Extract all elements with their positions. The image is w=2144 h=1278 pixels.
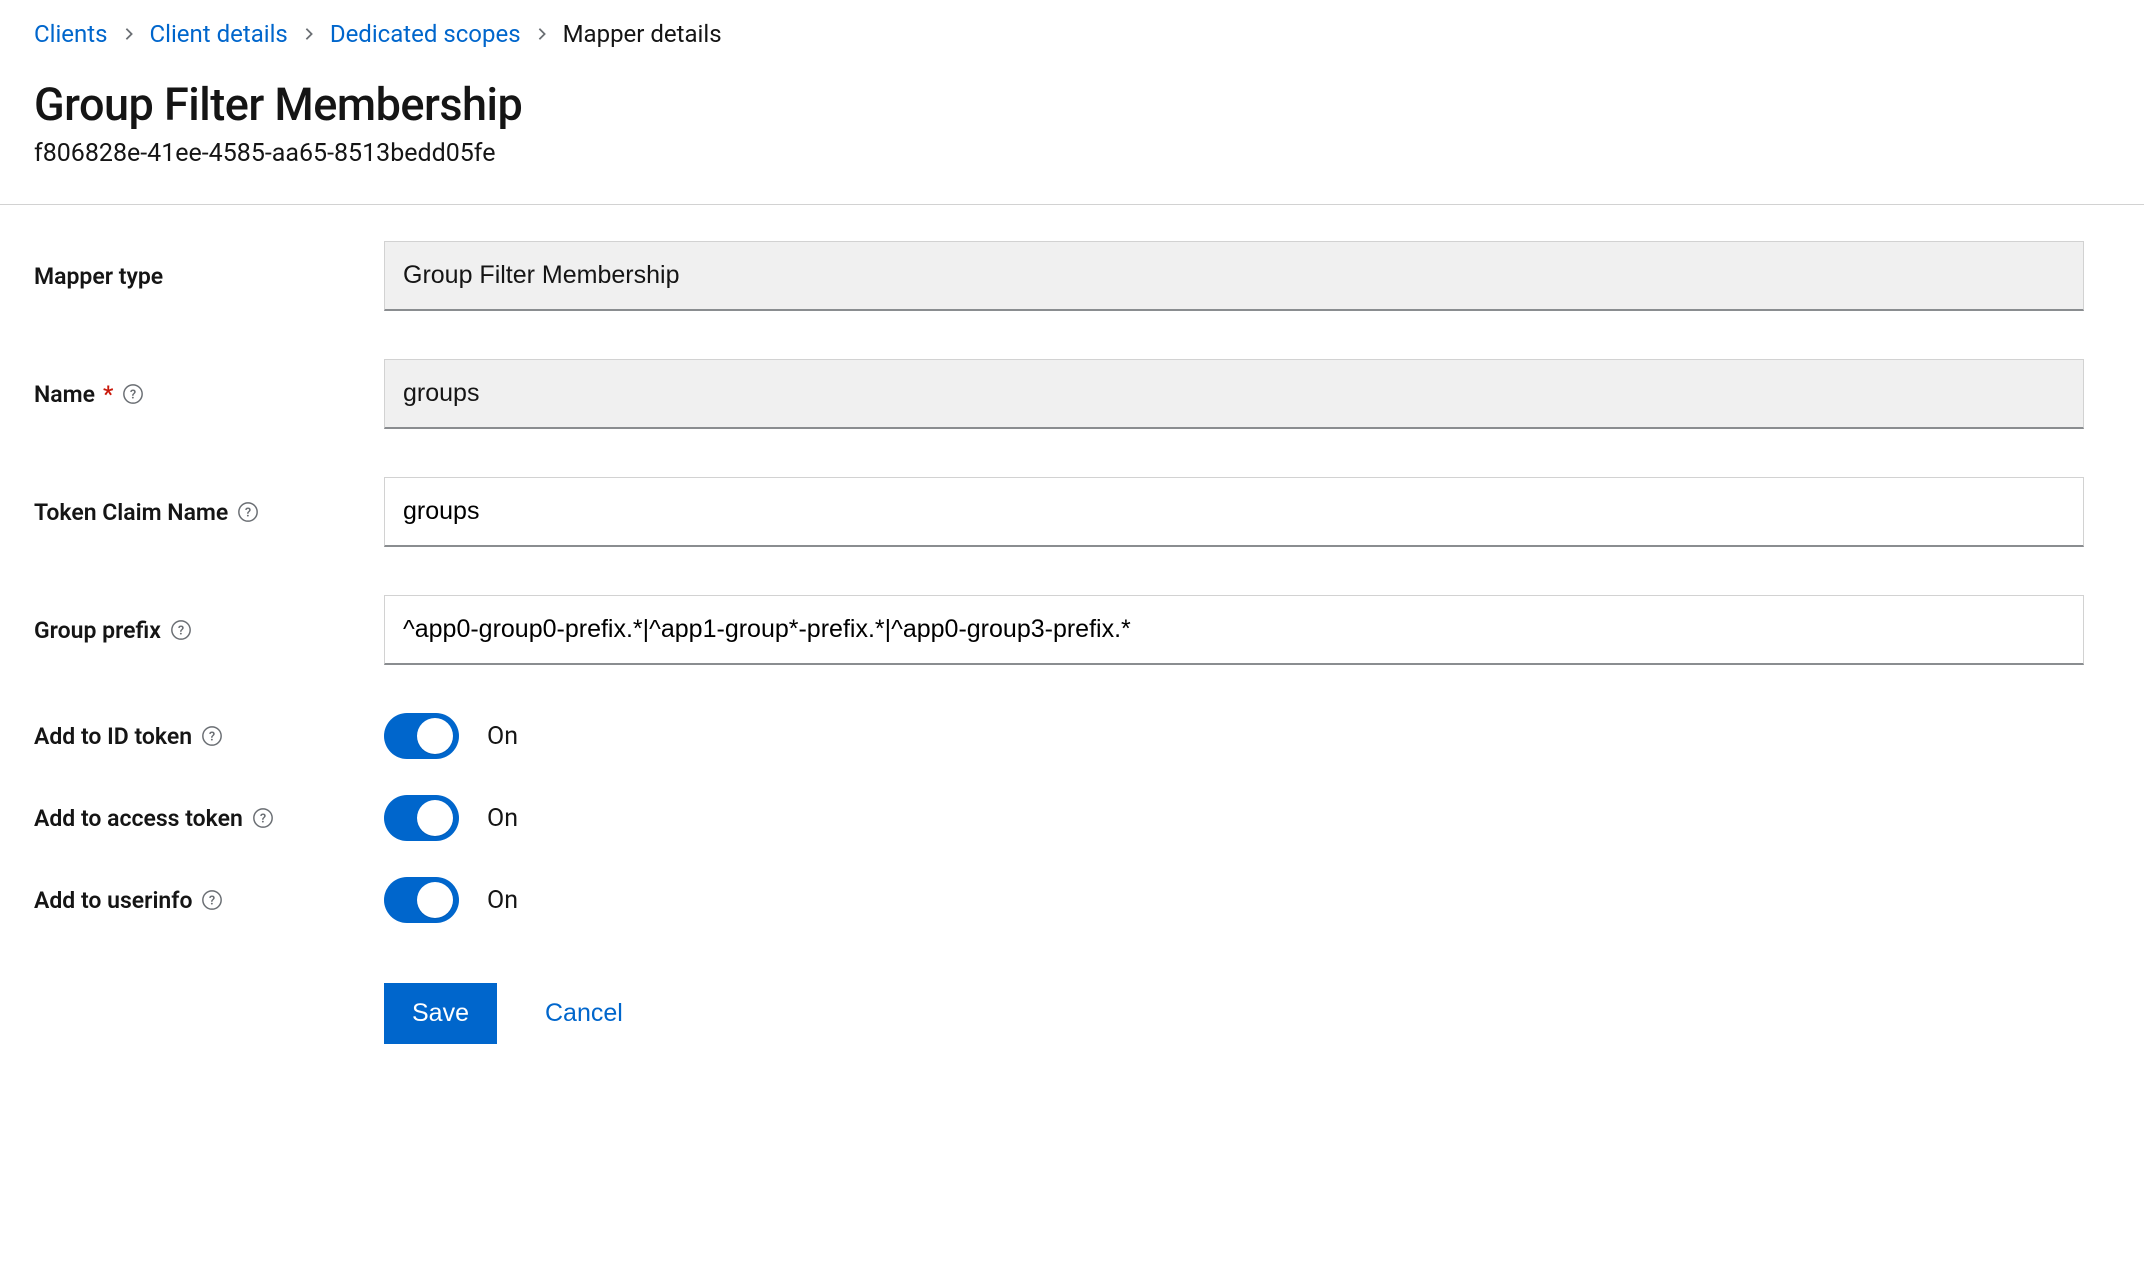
save-button[interactable]: Save	[384, 983, 497, 1044]
help-icon[interactable]: ?	[251, 806, 275, 830]
add-to-access-token-toggle[interactable]	[384, 795, 459, 841]
required-asterisk: *	[103, 381, 113, 408]
add-to-id-token-toggle[interactable]	[384, 713, 459, 759]
svg-text:?: ?	[260, 812, 266, 827]
mapper-type-label: Mapper type	[34, 263, 163, 290]
add-to-userinfo-state: On	[487, 886, 518, 915]
token-claim-name-label: Token Claim Name	[34, 499, 228, 526]
chevron-right-icon	[302, 27, 316, 41]
token-claim-name-field[interactable]	[384, 477, 2084, 547]
add-to-userinfo-label: Add to userinfo	[34, 887, 192, 914]
svg-text:?: ?	[245, 506, 251, 521]
group-prefix-label: Group prefix	[34, 617, 161, 644]
breadcrumb: Clients Client details Dedicated scopes …	[34, 20, 2110, 48]
help-icon[interactable]: ?	[200, 724, 224, 748]
svg-text:?: ?	[130, 388, 136, 403]
breadcrumb-link-clients[interactable]: Clients	[34, 20, 108, 48]
page-subtitle: f806828e-41ee-4585-aa65-8513bedd05fe	[34, 139, 2110, 168]
add-to-userinfo-toggle[interactable]	[384, 877, 459, 923]
add-to-access-token-state: On	[487, 804, 518, 833]
help-icon[interactable]: ?	[169, 618, 193, 642]
chevron-right-icon	[535, 27, 549, 41]
breadcrumb-link-dedicated-scopes[interactable]: Dedicated scopes	[330, 20, 521, 48]
mapper-type-field	[384, 241, 2084, 311]
name-label: Name	[34, 381, 95, 408]
svg-text:?: ?	[178, 624, 184, 639]
mapper-form: Mapper type Name * ? Token Claim Name	[34, 205, 2110, 1044]
help-icon[interactable]: ?	[121, 382, 145, 406]
help-icon[interactable]: ?	[236, 500, 260, 524]
svg-text:?: ?	[209, 730, 215, 745]
add-to-id-token-state: On	[487, 722, 518, 751]
help-icon[interactable]: ?	[200, 888, 224, 912]
svg-text:?: ?	[209, 894, 215, 909]
page-title: Group Filter Membership	[34, 78, 2110, 131]
breadcrumb-link-client-details[interactable]: Client details	[150, 20, 288, 48]
chevron-right-icon	[122, 27, 136, 41]
group-prefix-field[interactable]	[384, 595, 2084, 665]
add-to-access-token-label: Add to access token	[34, 805, 243, 832]
breadcrumb-current: Mapper details	[563, 20, 722, 48]
cancel-button[interactable]: Cancel	[545, 999, 623, 1028]
add-to-id-token-label: Add to ID token	[34, 723, 192, 750]
name-field	[384, 359, 2084, 429]
